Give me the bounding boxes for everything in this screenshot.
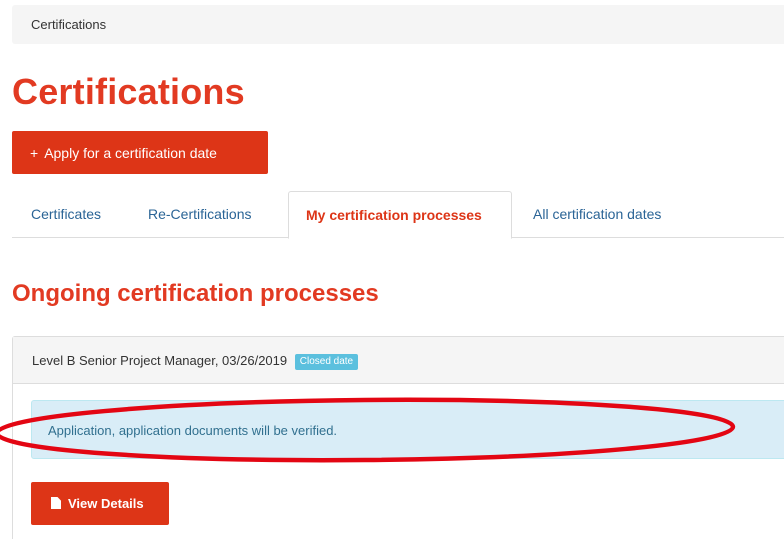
section-title: Ongoing certification processes	[12, 280, 379, 307]
certification-process-panel: Level B Senior Project Manager, 03/26/20…	[12, 336, 784, 539]
tab-certificates[interactable]: Certificates	[31, 191, 101, 238]
info-alert: Application, application documents will …	[31, 400, 784, 459]
process-title: Level B Senior Project Manager, 03/26/20…	[32, 353, 288, 368]
tab-my-certification-processes[interactable]: My certification processes	[288, 191, 512, 239]
document-icon	[51, 497, 61, 509]
apply-button-label: Apply for a certification date	[44, 144, 217, 161]
apply-certification-date-button[interactable]: + Apply for a certification date	[12, 131, 268, 174]
breadcrumb-item-certifications[interactable]: Certifications	[31, 17, 106, 32]
process-heading: Level B Senior Project Manager, 03/26/20…	[13, 337, 784, 384]
view-details-button[interactable]: View Details	[31, 482, 169, 525]
tab-re-certifications[interactable]: Re-Certifications	[148, 191, 251, 238]
plus-icon: +	[30, 144, 39, 161]
tab-all-certification-dates[interactable]: All certification dates	[533, 191, 661, 238]
view-details-label: View Details	[68, 496, 144, 511]
tab-bar: Certificates Re-Certifications My certif…	[12, 191, 784, 239]
page-title: Certifications	[12, 71, 245, 112]
status-badge: Closed date	[294, 354, 359, 370]
breadcrumb: Certifications	[12, 5, 784, 44]
